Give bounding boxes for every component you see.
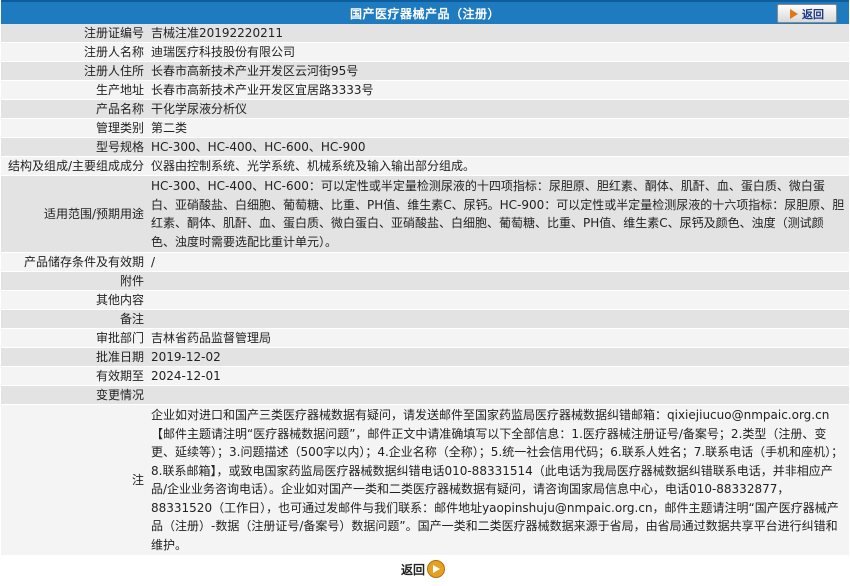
back-button-label: 返回 bbox=[802, 7, 824, 21]
field-label: 型号规格 bbox=[1, 137, 148, 157]
page: 国产医疗器械产品（注册） 返回 注册证编号 吉械注准20192220211 注册… bbox=[1, 0, 849, 586]
field-label: 注册人名称 bbox=[1, 42, 148, 62]
field-value: 长春市高新技术产业开发区云河街95号 bbox=[148, 61, 849, 81]
field-value: 干化学尿液分析仪 bbox=[148, 99, 849, 119]
row-intended-use: 适用范围/预期用途 HC-300、HC-400、HC-600：可以定性或半定量检… bbox=[1, 175, 849, 253]
product-info-table: 注册证编号 吉械注准20192220211 注册人名称 迪瑞医疗科技股份有限公司… bbox=[1, 24, 849, 556]
field-label: 附件 bbox=[1, 271, 148, 291]
row-change-history: 变更情况 bbox=[1, 385, 849, 405]
field-label: 注 bbox=[1, 404, 148, 556]
field-value: 长春市高新技术产业开发区宜居路3333号 bbox=[148, 80, 849, 100]
field-value: 吉林省药品监督管理局 bbox=[148, 328, 849, 348]
arrow-circle-icon bbox=[427, 560, 446, 578]
field-label: 产品储存条件及有效期 bbox=[1, 252, 148, 272]
row-management-category: 管理类别 第二类 bbox=[1, 118, 849, 138]
row-product-name: 产品名称 干化学尿液分析仪 bbox=[1, 99, 849, 119]
field-value bbox=[148, 385, 849, 405]
row-approval-department: 审批部门 吉林省药品监督管理局 bbox=[1, 328, 849, 348]
back-button-label: 返回 bbox=[401, 562, 426, 577]
row-structure-composition: 结构及组成/主要组成成分 仪器由控制系统、光学系统、机械系统及输入输出部分组成。 bbox=[1, 156, 849, 176]
field-value: 企业如对进口和国产三类医疗器械数据有疑问，请发送邮件至国家药监局医疗器械数据纠错… bbox=[148, 404, 849, 556]
row-note: 注 企业如对进口和国产三类医疗器械数据有疑问，请发送邮件至国家药监局医疗器械数据… bbox=[1, 404, 849, 556]
field-value: 第二类 bbox=[148, 118, 849, 138]
field-value: 2019-12-02 bbox=[148, 347, 849, 367]
field-value: HC-300、HC-400、HC-600：可以定性或半定量检测尿液的十四项指标：… bbox=[148, 175, 849, 253]
field-value bbox=[148, 290, 849, 310]
field-label: 适用范围/预期用途 bbox=[1, 175, 148, 253]
row-other-content: 其他内容 bbox=[1, 290, 849, 310]
field-value: 2024-12-01 bbox=[148, 366, 849, 386]
row-registrant-name: 注册人名称 迪瑞医疗科技股份有限公司 bbox=[1, 42, 849, 62]
field-value: 迪瑞医疗科技股份有限公司 bbox=[148, 42, 849, 62]
field-label: 管理类别 bbox=[1, 118, 148, 138]
field-label: 批准日期 bbox=[1, 347, 148, 367]
footer: 返回 bbox=[1, 556, 849, 586]
row-model-spec: 型号规格 HC-300、HC-400、HC-600、HC-900 bbox=[1, 137, 849, 157]
row-storage-conditions: 产品储存条件及有效期 / bbox=[1, 252, 849, 272]
field-label: 有效期至 bbox=[1, 366, 148, 386]
field-label: 审批部门 bbox=[1, 328, 148, 348]
page-title: 国产医疗器械产品（注册） bbox=[349, 7, 500, 21]
row-approval-date: 批准日期 2019-12-02 bbox=[1, 347, 849, 367]
field-value: HC-300、HC-400、HC-600、HC-900 bbox=[148, 137, 849, 157]
field-value: 吉械注准20192220211 bbox=[148, 24, 849, 43]
row-registration-number: 注册证编号 吉械注准20192220211 bbox=[1, 24, 849, 43]
field-label: 其他内容 bbox=[1, 290, 148, 310]
field-label: 注册证编号 bbox=[1, 24, 148, 43]
field-value: 仪器由控制系统、光学系统、机械系统及输入输出部分组成。 bbox=[148, 156, 849, 176]
arrow-right-icon bbox=[790, 8, 798, 19]
row-attachments: 附件 bbox=[1, 271, 849, 291]
field-label: 产品名称 bbox=[1, 99, 148, 119]
row-remarks: 备注 bbox=[1, 309, 849, 329]
field-label: 备注 bbox=[1, 309, 148, 329]
back-button-top[interactable]: 返回 bbox=[777, 4, 837, 23]
title-bar: 国产医疗器械产品（注册） 返回 bbox=[1, 0, 849, 24]
row-production-address: 生产地址 长春市高新技术产业开发区宜居路3333号 bbox=[1, 80, 849, 100]
field-label: 结构及组成/主要组成成分 bbox=[1, 156, 148, 176]
row-valid-until: 有效期至 2024-12-01 bbox=[1, 366, 849, 386]
field-label: 生产地址 bbox=[1, 80, 148, 100]
field-value bbox=[148, 309, 849, 329]
row-registrant-address: 注册人住所 长春市高新技术产业开发区云河街95号 bbox=[1, 61, 849, 81]
field-label: 变更情况 bbox=[1, 385, 148, 405]
back-button-bottom[interactable]: 返回 bbox=[401, 560, 446, 578]
field-label: 注册人住所 bbox=[1, 61, 148, 81]
field-value bbox=[148, 271, 849, 291]
field-value: / bbox=[148, 252, 849, 272]
